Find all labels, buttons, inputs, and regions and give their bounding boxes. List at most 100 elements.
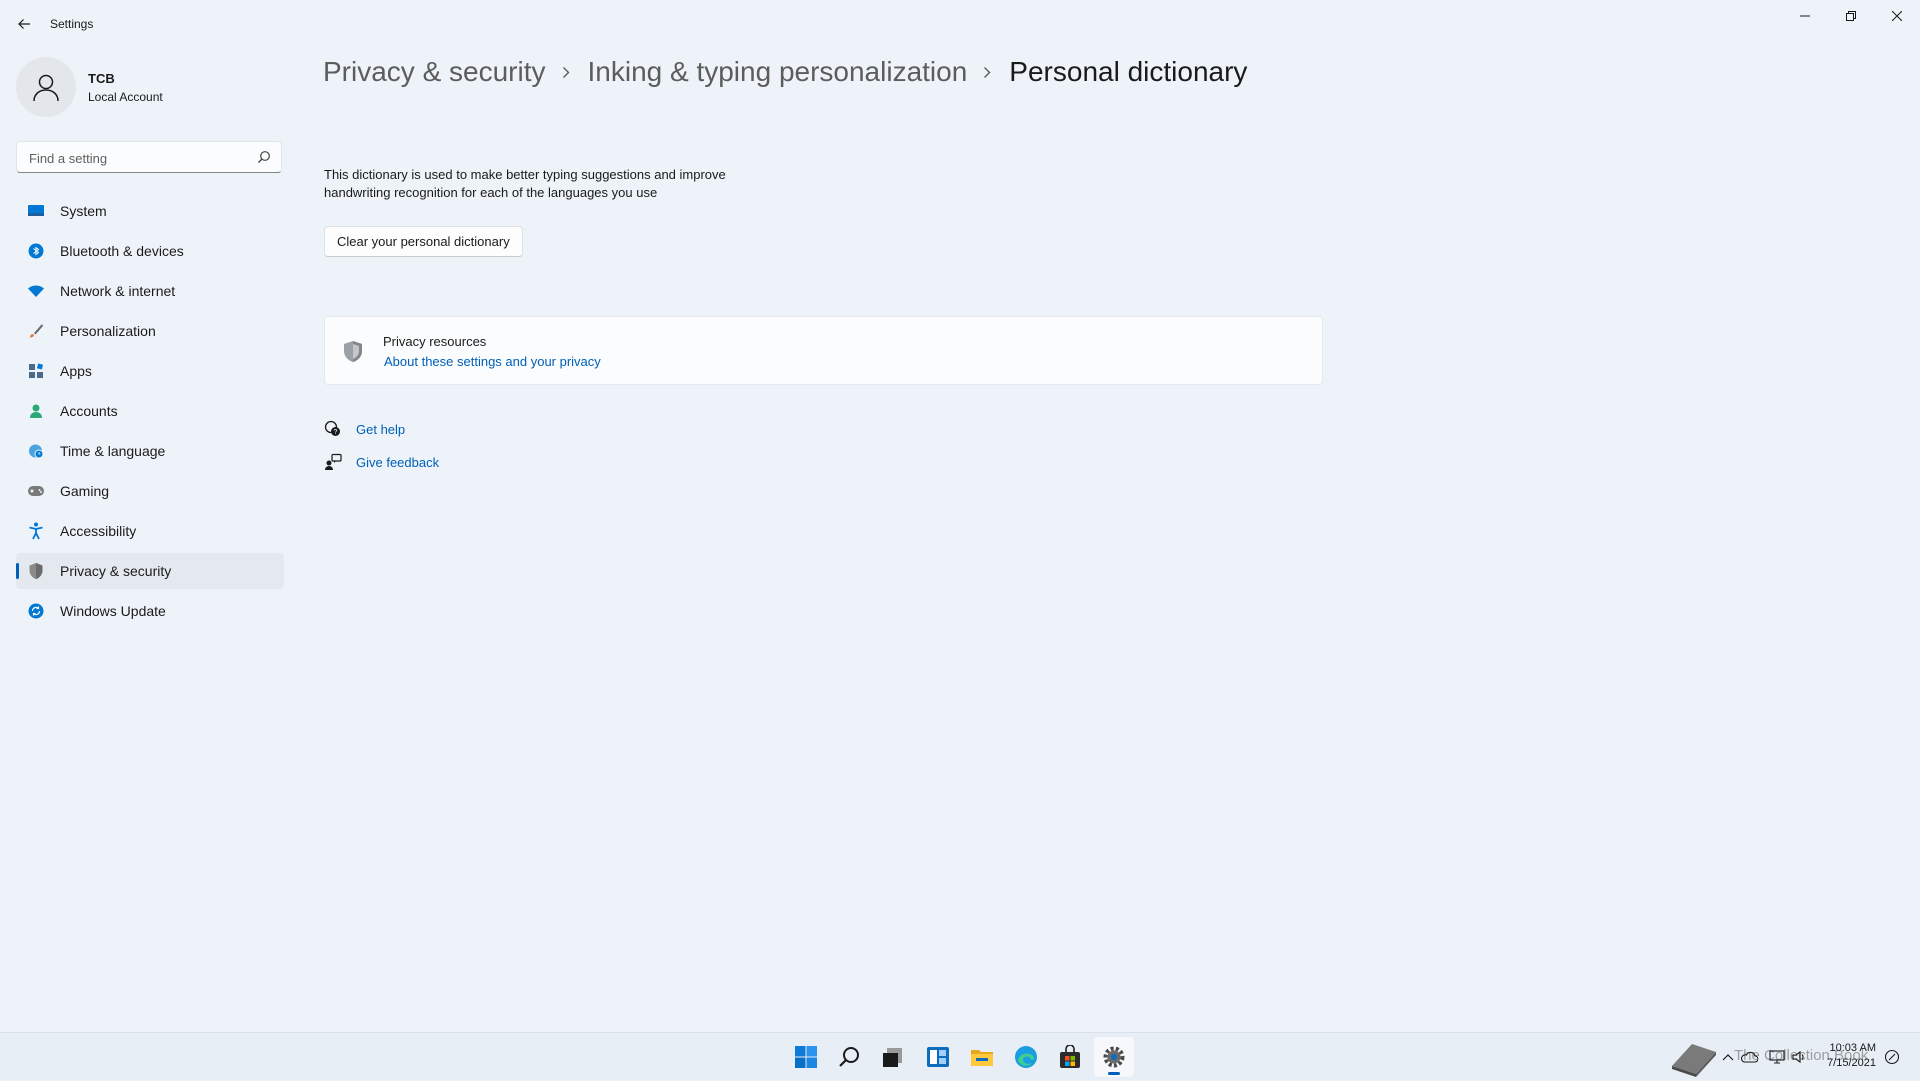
back-arrow-icon [18, 19, 30, 29]
back-button[interactable] [12, 12, 36, 36]
widgets-button[interactable] [918, 1037, 958, 1077]
close-button[interactable] [1874, 0, 1920, 32]
settings-button[interactable] [1094, 1037, 1134, 1077]
avatar [16, 57, 76, 117]
widgets-icon [927, 1047, 949, 1067]
sidebar-item-accounts[interactable]: Accounts [16, 393, 284, 429]
search-icon [839, 1047, 859, 1067]
breadcrumb-privacy-security[interactable]: Privacy & security [323, 56, 546, 88]
globe-clock-icon [26, 441, 46, 461]
update-icon [26, 601, 46, 621]
notification-icon [1884, 1049, 1900, 1065]
start-icon [795, 1046, 817, 1068]
sidebar-item-gaming[interactable]: Gaming [16, 473, 284, 509]
minimize-icon [1800, 15, 1810, 17]
sidebar-item-label: Privacy & security [60, 563, 172, 579]
help-icon: ? [324, 420, 342, 438]
store-button[interactable] [1050, 1037, 1090, 1077]
search-icon[interactable] [257, 150, 271, 164]
privacy-resources-title: Privacy resources [383, 334, 487, 349]
person-icon [26, 401, 46, 421]
taskbar: The Collection Book 10:03 AM 7/15/2021 [0, 1032, 1920, 1080]
chevron-right-icon [562, 65, 572, 79]
sidebar-item-system[interactable]: System [16, 193, 284, 229]
sidebar-nav: System Bluetooth & devices Network & int… [16, 193, 284, 633]
system-tray [1668, 1033, 1720, 1081]
apps-icon [26, 361, 46, 381]
minimize-button[interactable] [1782, 0, 1828, 32]
sidebar-item-label: Network & internet [60, 283, 176, 299]
clock-time: 10:03 AM [1829, 1042, 1876, 1054]
give-feedback-label: Give feedback [356, 454, 440, 470]
restore-icon [1846, 11, 1856, 21]
task-view-button[interactable] [873, 1037, 913, 1077]
network-button[interactable] [1768, 1033, 1786, 1081]
shield-icon [26, 561, 46, 581]
sidebar-item-bluetooth[interactable]: Bluetooth & devices [16, 233, 284, 269]
close-icon [1892, 11, 1902, 21]
shield-icon [344, 341, 362, 362]
privacy-resources-card: Privacy resources About these settings a… [324, 316, 1323, 385]
cloud-icon [1740, 1051, 1758, 1063]
network-icon [1769, 1050, 1785, 1064]
svg-text:?: ? [334, 429, 338, 436]
accessibility-icon [26, 521, 46, 541]
breadcrumb-inking-typing[interactable]: Inking & typing personalization [588, 56, 968, 88]
bluetooth-icon [26, 241, 46, 261]
file-explorer-button[interactable] [962, 1037, 1002, 1077]
sidebar-item-privacy-security[interactable]: Privacy & security [16, 553, 284, 589]
edge-button[interactable] [1006, 1037, 1046, 1077]
restore-button[interactable] [1828, 0, 1874, 32]
sidebar-item-label: Windows Update [60, 603, 166, 619]
gamepad-icon [26, 481, 46, 501]
sidebar-item-accessibility[interactable]: Accessibility [16, 513, 284, 549]
sidebar-item-label: Apps [60, 363, 92, 379]
volume-icon [1792, 1050, 1804, 1064]
edge-icon [1015, 1046, 1037, 1068]
page-description: This dictionary is used to make better t… [324, 167, 726, 200]
breadcrumb: Privacy & security Inking & typing perso… [323, 56, 1247, 88]
sidebar-item-label: Accounts [60, 403, 118, 419]
sidebar-item-label: System [60, 203, 107, 219]
sidebar-item-label: Bluetooth & devices [60, 243, 184, 259]
title-bar: Settings [0, 0, 1920, 48]
system-icon [26, 201, 46, 221]
give-feedback-link[interactable]: Give feedback [324, 450, 439, 474]
brush-icon [26, 321, 46, 341]
sidebar-item-label: Accessibility [60, 523, 137, 539]
onedrive-button[interactable] [1740, 1033, 1758, 1081]
account-type: Local Account [88, 90, 163, 104]
sidebar-item-label: Gaming [60, 483, 110, 499]
sidebar-item-network[interactable]: Network & internet [16, 273, 284, 309]
chevron-up-icon [1722, 1054, 1734, 1061]
get-help-link[interactable]: ? Get help [324, 417, 405, 441]
settings-icon [1103, 1046, 1125, 1068]
clear-dictionary-button[interactable]: Clear your personal dictionary [324, 226, 523, 257]
sidebar-item-windows-update[interactable]: Windows Update [16, 593, 284, 629]
start-button[interactable] [786, 1037, 826, 1077]
book-watermark-icon [1672, 1044, 1716, 1077]
sidebar-item-time-language[interactable]: Time & language [16, 433, 284, 469]
taskbar-search-button[interactable] [830, 1037, 870, 1077]
taskbar-clock[interactable]: 10:03 AM 7/15/2021 [1810, 1041, 1876, 1071]
search-box [16, 141, 282, 174]
tray-chevron-button[interactable] [1722, 1033, 1734, 1081]
task-view-icon [883, 1048, 902, 1067]
search-input[interactable] [27, 142, 251, 174]
user-profile[interactable]: TCB Local Account [16, 57, 276, 117]
clock-date: 7/15/2021 [1827, 1057, 1876, 1069]
notifications-button[interactable] [1884, 1033, 1900, 1081]
user-name: TCB [88, 71, 115, 86]
page-title: Personal dictionary [1009, 56, 1248, 87]
store-icon [1060, 1045, 1080, 1068]
sidebar-item-personalization[interactable]: Personalization [16, 313, 284, 349]
chevron-right-icon [983, 65, 993, 79]
sidebar-item-label: Time & language [60, 443, 166, 459]
volume-button[interactable] [1792, 1033, 1806, 1081]
app-title: Settings [50, 17, 94, 31]
sidebar-item-apps[interactable]: Apps [16, 353, 284, 389]
file-explorer-icon [971, 1050, 993, 1066]
get-help-label: Get help [356, 421, 406, 437]
privacy-settings-link[interactable]: About these settings and your privacy [384, 354, 601, 369]
wifi-icon [26, 281, 46, 301]
